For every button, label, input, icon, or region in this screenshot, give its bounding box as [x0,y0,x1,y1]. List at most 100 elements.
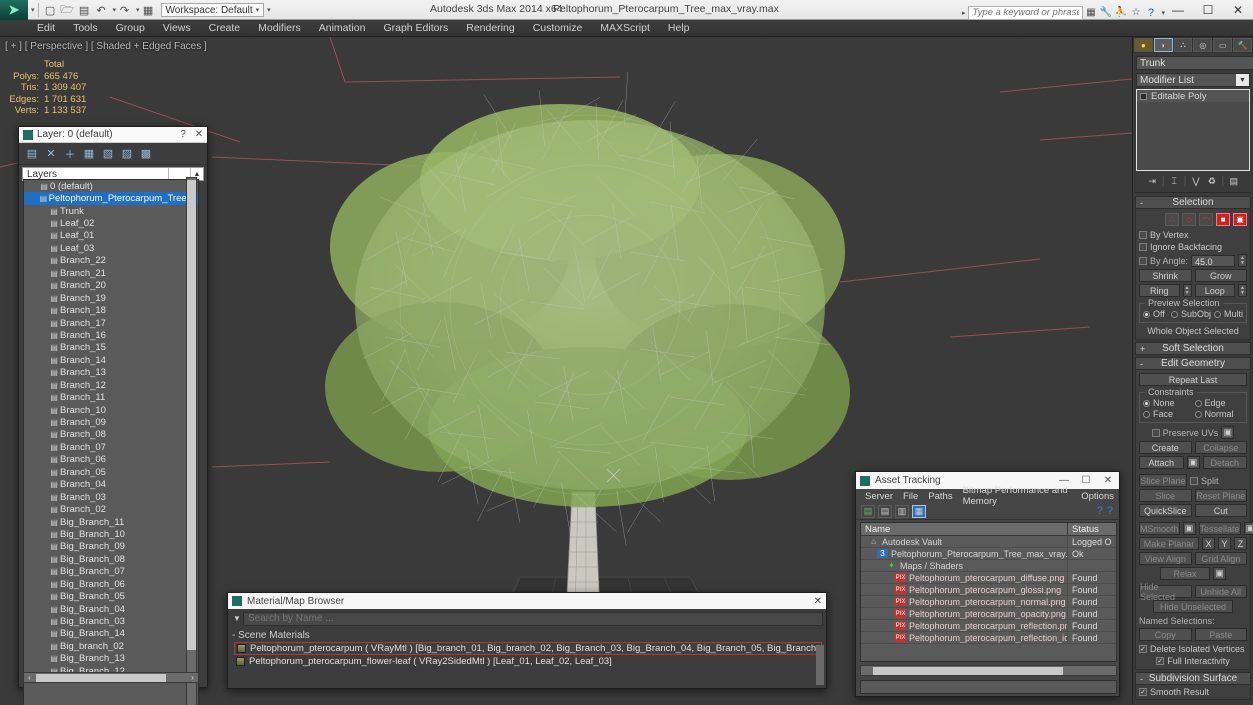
material-search-row[interactable]: ▼ [231,611,823,626]
unhide-all-button[interactable]: Unhide All [1194,585,1247,598]
layer-list-item[interactable]: ▤ Branch_10 [24,404,198,416]
shrink-button[interactable]: Shrink [1139,269,1192,282]
asset-menu-paths[interactable]: Paths [923,491,957,502]
filter-icon[interactable]: ▥ [895,504,909,518]
show-end-result-icon[interactable]: ⌶ [1168,175,1181,188]
menu-item-tools[interactable]: Tools [64,20,107,37]
layer-list-item[interactable]: ▤ Leaf_01 [24,230,198,242]
layer-horizontal-scrollbar[interactable]: ‹ › [23,672,199,683]
layer-dialog-help-button[interactable]: ? [175,129,191,140]
maximize-button[interactable]: ☐ [1193,0,1223,20]
window-controls[interactable]: — ☐ ✕ [1163,0,1253,20]
rollout-collapse-icon[interactable]: - [1140,198,1143,208]
layer-list-item[interactable]: ▤ Branch_07 [24,441,198,453]
menu-item-group[interactable]: Group [107,20,154,37]
menu-item-create[interactable]: Create [200,20,250,37]
msmooth-button[interactable]: MSmooth [1139,522,1180,535]
material-map-browser-dialog[interactable]: Material/Map Browser ✕ ▼ - Scene Materia… [227,592,827,689]
slice-button[interactable]: Slice [1139,489,1192,502]
loop-spinner[interactable]: ▲ ▼ [1238,284,1247,297]
layer-vscroll-thumb[interactable] [187,180,196,650]
search-area[interactable]: ▸ ▦ 🔧 ⛹ ☆ ? ▾ [959,5,1165,20]
element-icon[interactable]: ▣ [1233,213,1247,226]
layer-list-item[interactable]: ▤ Big_Branch_09 [24,541,198,553]
refresh-icon[interactable]: ▤ [861,504,875,518]
wrench-icon[interactable]: 🔧 [1098,6,1113,20]
constraints-row-2[interactable]: Face Normal [1143,409,1243,419]
attach-settings-icon[interactable]: ▣ [1186,456,1200,469]
soft-selection-rollout-header[interactable]: + Soft Selection [1135,342,1251,355]
triangle-down-icon[interactable]: ▼ [231,614,243,623]
plus-box-icon[interactable] [1140,92,1147,100]
menu-item-modifiers[interactable]: Modifiers [249,20,310,37]
triangle-right-icon[interactable]: ▸ [959,9,969,17]
msmooth-settings-icon[interactable]: ▣ [1182,522,1196,535]
grid-align-button[interactable]: Grid Align [1194,552,1247,565]
slice-reset-row[interactable]: Slice Reset Plane [1139,489,1247,502]
make-planar-y-button[interactable]: Y [1218,537,1231,550]
layer-dialog-close-button[interactable]: ✕ [191,129,207,140]
remove-modifier-icon[interactable]: ♻ [1205,175,1218,188]
layer-list-item[interactable]: ▤ Branch_11 [24,391,198,403]
rollout-collapse-icon[interactable]: - [1140,674,1143,684]
menu-item-rendering[interactable]: Rendering [457,20,523,37]
rollout-expand-icon[interactable]: + [1140,344,1145,354]
layer-list-item[interactable]: ▤ Branch_05 [24,466,198,478]
repeat-last-row[interactable]: Repeat Last [1139,373,1247,386]
delete-layer-icon[interactable]: ✕ [43,146,59,162]
hide-row[interactable]: Hide Selected Unhide All [1139,582,1247,602]
layer-list-item[interactable]: ▤ Big_Branch_05 [24,590,198,602]
asset-row[interactable]: ✦ Maps / Shaders [861,560,1116,572]
selection-rollout-body[interactable]: ∴ ◇ ◠ ■ ▣ By Vertex Ignore Backfacing By… [1135,209,1251,340]
layer-list-item[interactable]: ▤ Branch_16 [24,329,198,341]
preview-selection-group[interactable]: Preview Selection Off SubObj Multi [1139,298,1247,323]
asset-row[interactable]: ⌂ Autodesk Vault Logged O [861,536,1116,548]
asset-tracking-menubar[interactable]: Server File Paths Bitmap Performance and Me… [856,485,1119,507]
list-icon[interactable]: ▤ [878,504,892,518]
select-objects-icon[interactable]: ▦ [81,146,97,162]
new-icon[interactable]: ▢ [42,2,59,19]
cut-button[interactable]: Cut [1194,504,1247,517]
make-planar-button[interactable]: Make Planar [1139,537,1199,550]
new-layer-icon[interactable]: ▤ [24,146,40,162]
max-logo-icon[interactable]: ➤ [0,0,28,20]
layer-list-item[interactable]: ▤ Branch_19 [24,292,198,304]
hide-selected-button[interactable]: Hide Selected [1139,582,1192,602]
hierarchy-tab[interactable]: ⛬ [1173,38,1193,52]
paste-button[interactable]: Paste [1194,628,1247,641]
help-icon[interactable]: ? [1097,505,1103,517]
chevron-down-icon[interactable]: ▾ [1161,9,1165,17]
main-menubar[interactable]: Edit Tools Group Views Create Modifiers Animat… [0,20,1253,37]
quick-access-toolbar[interactable]: ➤ ▾ ▢ 🗁 ▤ ↶ ▾ ↷ ▾ ▦ Workspace: Default ▾… [0,0,271,20]
preview-multi-radio[interactable]: Multi [1213,309,1243,319]
layer-hscroll-thumb[interactable] [36,674,166,682]
by-vertex-checkbox[interactable]: By Vertex [1139,230,1247,240]
selection-rollout-header[interactable]: - Selection [1135,196,1251,209]
sub-object-level-buttons[interactable]: ∴ ◇ ◠ ■ ▣ [1139,212,1247,227]
detach-button[interactable]: Detach [1202,456,1247,469]
menu-item-maxscript[interactable]: MAXScript [591,20,659,37]
layer-list[interactable]: ▤0 (default)✓▤Peltophorum_Pterocarpum_Tr… [23,179,199,705]
radio-dot[interactable] [1143,410,1150,418]
radio-dot[interactable] [1194,410,1202,418]
shrink-grow-row[interactable]: Shrink Grow [1139,269,1247,282]
redo-icon[interactable]: ↷ [116,2,133,19]
tessellate-button[interactable]: Tessellate [1198,522,1241,535]
make-planar-x-button[interactable]: X [1202,537,1215,550]
selection-rollout[interactable]: - Selection ∴ ◇ ◠ ■ ▣ By Vertex Ignore B… [1135,196,1251,340]
material-browser-titlebar[interactable]: Material/Map Browser ✕ [228,593,826,609]
modifier-list-dropdown[interactable]: Modifier List ▼ [1136,73,1250,87]
preview-off-radio[interactable]: Off [1143,309,1168,319]
help-alt-icon[interactable]: ? [1107,505,1113,517]
minimize-button[interactable]: — [1163,0,1193,20]
relax-settings-icon[interactable]: ▣ [1213,567,1226,580]
constraint-edge-radio[interactable]: Edge [1194,398,1244,408]
layer-list-item[interactable]: ▤ Big_Branch_13 [24,653,198,665]
grid-view-icon[interactable]: ▦ [912,504,926,518]
configure-sets-icon[interactable]: ▤ [1227,175,1240,188]
menu-item-views[interactable]: Views [154,20,200,37]
layer-list-item[interactable]: ▤ Big_Branch_10 [24,528,198,540]
layer-list-item[interactable]: ▤ Big_Branch_06 [24,578,198,590]
loop-button[interactable]: Loop [1194,284,1235,297]
add-selection-icon[interactable]: ▨ [119,146,135,162]
